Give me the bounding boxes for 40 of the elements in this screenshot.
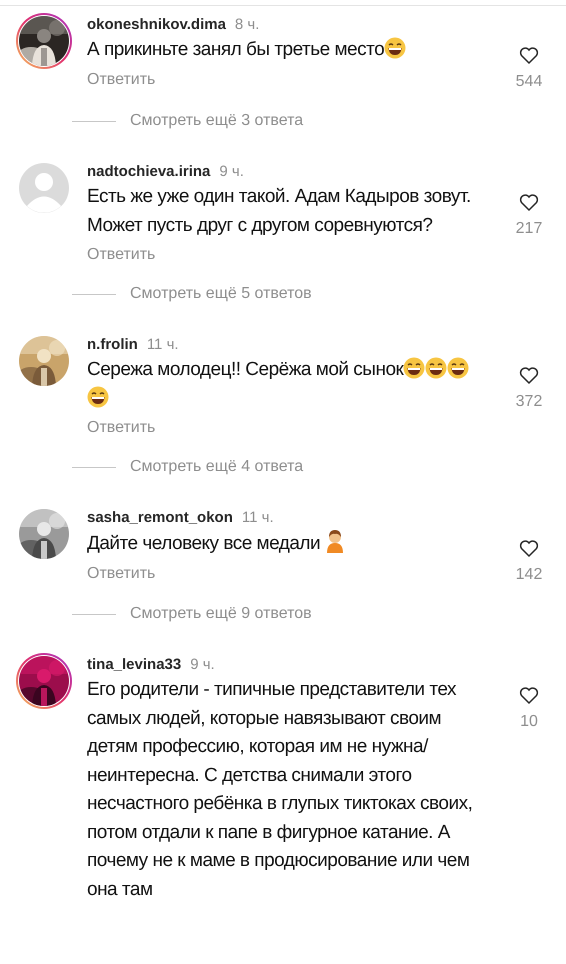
username[interactable]: tina_levina33: [87, 656, 182, 673]
reply-link[interactable]: Ответить: [87, 419, 156, 437]
comment-text: Дайте человеку все медали: [87, 529, 487, 558]
like-count: 544: [516, 73, 542, 91]
reply-link[interactable]: Ответить: [87, 246, 156, 264]
view-replies-link[interactable]: Смотреть ещё 5 ответов: [130, 285, 312, 303]
comment-time: 11 ч.: [146, 336, 179, 353]
like-count: 372: [516, 393, 542, 411]
laughing-emoji-icon: [447, 357, 470, 379]
like-icon[interactable]: [519, 539, 539, 559]
view-replies-link[interactable]: Смотреть ещё 4 ответа: [130, 458, 304, 476]
comment-text: Есть же уже один такой. Адам Кадыров зовут. Может пусть друг с другом соревнуются?: [87, 185, 472, 238]
laughing-emoji-icon: [425, 357, 448, 379]
comment-text: Его родители - типичные представители тех самых людей, которые навязывают своим детям профессию, которая им не нужна/неинтересна. С детства снимали этого несчастного ребёнка в глупых тиктоках своих, потом отдали к папе в фигурное катание. А почему не к маме в продюсирование или чем она там: [87, 678, 474, 902]
comment-text: Сережа молодец!! Серёжа мой сынок: [87, 356, 487, 413]
reply-link[interactable]: Ответить: [87, 564, 156, 582]
like-icon[interactable]: [519, 193, 539, 213]
like-icon[interactable]: [519, 686, 539, 706]
like-icon[interactable]: [519, 46, 539, 66]
username[interactable]: okoneshnikov.dima: [87, 16, 226, 33]
like-count: 217: [516, 220, 542, 238]
username[interactable]: nadtochieva.irina: [87, 163, 210, 180]
laughing-emoji-icon: [384, 37, 406, 59]
like-count: 10: [520, 713, 538, 731]
comment-time: 9 ч.: [190, 656, 215, 673]
like-count: 142: [516, 566, 542, 584]
like-icon[interactable]: [519, 366, 539, 386]
username[interactable]: n.frolin: [87, 336, 138, 353]
username[interactable]: sasha_remont_okon: [87, 509, 233, 526]
view-replies-link[interactable]: Смотреть ещё 9 ответов: [130, 605, 312, 623]
comment-time: 11 ч.: [242, 509, 274, 526]
comment-time: 8 ч.: [234, 16, 260, 33]
laughing-emoji-icon: [403, 357, 426, 379]
person-emoji-icon: [324, 529, 345, 553]
laughing-emoji-icon: [87, 386, 109, 408]
reply-link[interactable]: Ответить: [87, 70, 156, 88]
comment-time: 9 ч.: [219, 163, 244, 180]
view-replies-link[interactable]: Смотреть ещё 3 ответа: [130, 112, 304, 130]
default-avatar-icon: [19, 163, 69, 213]
comment-text: А прикиньте занял бы третье место: [87, 36, 487, 64]
